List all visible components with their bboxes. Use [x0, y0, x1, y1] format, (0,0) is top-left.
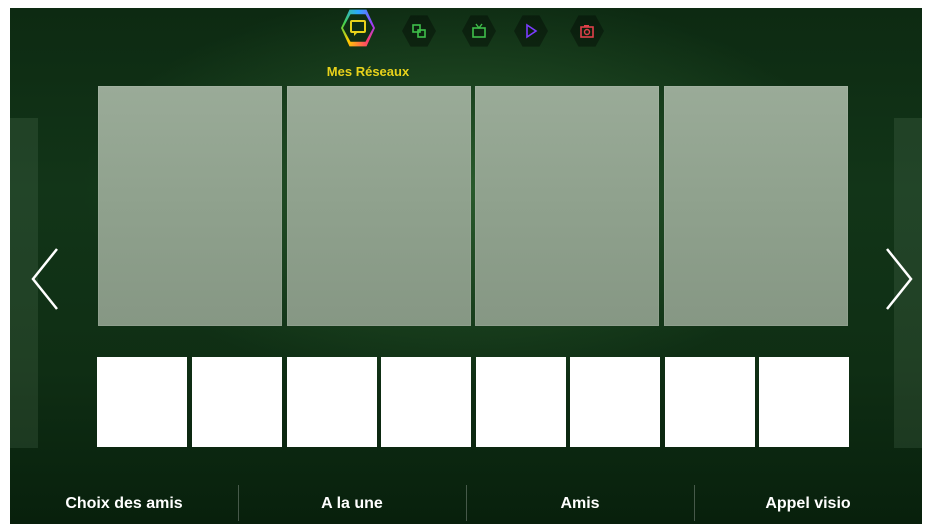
thumbnail-tile-1[interactable]	[97, 357, 187, 447]
menu-appel-visio[interactable]: Appel visio	[694, 485, 922, 521]
thumbnail-tile-5[interactable]	[476, 357, 566, 447]
thumbnail-tile-2[interactable]	[192, 357, 282, 447]
featured-tile-1[interactable]	[98, 86, 282, 326]
hex-frame	[514, 15, 548, 47]
active-hex-frame	[341, 9, 375, 47]
nav-item-apps[interactable]	[402, 14, 436, 48]
hex-frame	[402, 15, 436, 47]
featured-tile-2[interactable]	[287, 86, 471, 326]
apps-icon	[412, 24, 426, 38]
play-icon	[526, 23, 538, 39]
tv-screen: Mes Réseaux Choix des amis A la une Amis…	[10, 8, 922, 524]
nav-active-label: Mes Réseaux	[326, 64, 410, 79]
nav-item-video[interactable]	[514, 14, 548, 48]
chevron-left-icon	[31, 248, 58, 310]
menu-a-la-une[interactable]: A la une	[238, 485, 466, 521]
nav-item-photos[interactable]	[570, 14, 604, 48]
bottom-menu: Choix des amis A la une Amis Appel visio	[10, 484, 922, 524]
thumbnail-tile-6[interactable]	[570, 357, 660, 447]
camera-icon	[580, 25, 594, 38]
active-hex-inner	[343, 14, 373, 42]
thumbnail-tile-3[interactable]	[287, 357, 377, 447]
thumbnail-tile-7[interactable]	[665, 357, 755, 447]
featured-tile-4[interactable]	[664, 86, 848, 326]
next-arrow[interactable]	[882, 244, 916, 314]
nav-item-social[interactable]	[341, 9, 375, 47]
thumbnail-tile-8[interactable]	[759, 357, 849, 447]
previous-arrow[interactable]	[28, 244, 62, 314]
tv-icon	[472, 23, 486, 38]
hex-frame	[570, 15, 604, 47]
hex-frame	[462, 15, 496, 47]
social-chat-icon	[350, 20, 366, 36]
featured-tile-3[interactable]	[475, 86, 659, 326]
menu-amis[interactable]: Amis	[466, 485, 694, 521]
top-nav: Mes Réseaux	[10, 9, 922, 84]
chevron-right-icon	[886, 248, 913, 310]
nav-item-tv[interactable]	[462, 14, 496, 48]
thumbnail-tile-4[interactable]	[381, 357, 471, 447]
menu-choix-des-amis[interactable]: Choix des amis	[10, 495, 238, 513]
